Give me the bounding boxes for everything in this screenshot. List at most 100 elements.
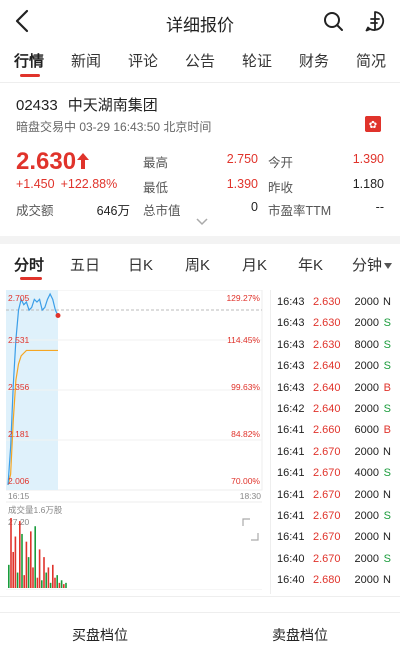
tab-profile[interactable]: 简况 <box>356 50 386 71</box>
open-value: 1.390 <box>352 152 384 166</box>
volume-bar <box>19 521 21 588</box>
sell-levels-button[interactable]: 卖盘档位 <box>272 625 328 645</box>
trade-quantity: 2000 <box>354 574 379 587</box>
tab-weekly-k[interactable]: 周K <box>185 254 210 275</box>
trade-time: 16:42 <box>277 403 305 415</box>
trade-time: 16:41 <box>277 531 305 544</box>
volume-bar <box>12 551 14 588</box>
amount-value: 646万 <box>96 204 130 218</box>
trade-time: 16:43 <box>277 338 305 351</box>
time-start-label: 16:15 <box>8 491 30 501</box>
top-bar: 详细报价 <box>0 0 400 44</box>
trade-side: B <box>383 381 391 394</box>
trade-row: 16:43 2.640 2000 S <box>271 360 397 381</box>
trade-price: 2.670 <box>313 510 341 522</box>
trade-side: N <box>383 574 391 587</box>
svg-text:✿: ✿ <box>369 120 377 131</box>
trade-side: S <box>383 317 391 330</box>
change-percent: +122.88% <box>60 177 118 191</box>
prev-close-label: 昨收 <box>268 181 294 195</box>
search-icon[interactable] <box>322 10 344 32</box>
low-value: 1.390 <box>226 177 258 191</box>
trade-row: 16:40 2.670 2000 S <box>271 553 397 574</box>
divider <box>0 82 400 83</box>
volume-bar <box>45 572 47 588</box>
trade-price: 2.680 <box>313 574 341 587</box>
market-cap-label: 总市值 <box>143 204 181 218</box>
trade-quantity: 2000 <box>354 510 379 522</box>
trade-quantity: 6000 <box>354 424 379 437</box>
active-chart-tab-indicator <box>20 277 42 280</box>
stock-code: 02433 <box>16 97 58 114</box>
stock-title: 02433 中天湖南集团 <box>16 94 158 115</box>
trade-ticks-list[interactable]: 16:43 2.630 2000 N 16:43 2.630 2000 S 16:43 2.630… <box>270 290 396 594</box>
tab-yearly-k[interactable]: 年K <box>298 254 323 275</box>
chevron-down-icon[interactable] <box>196 218 208 226</box>
trade-price: 2.630 <box>313 317 341 330</box>
tab-minute[interactable]: 分钟 <box>352 254 393 275</box>
section-gap <box>0 236 400 244</box>
tab-intraday[interactable]: 分时 <box>14 254 44 275</box>
trade-price: 2.670 <box>313 445 341 458</box>
trade-side: N <box>383 531 391 544</box>
tab-announcements[interactable]: 公告 <box>185 50 215 71</box>
volume-bar <box>8 564 10 588</box>
time-end-label: 18:30 <box>240 491 262 501</box>
trade-time: 16:41 <box>277 424 305 437</box>
volume-bar <box>60 580 63 588</box>
intraday-chart[interactable]: 2.705 2.531 2.356 2.181 2.006 129.27% 114.45%… <box>6 290 264 590</box>
chat-icon[interactable] <box>364 10 386 32</box>
trade-price: 2.660 <box>313 424 341 437</box>
volume-bar <box>21 533 23 588</box>
volume-bar <box>23 575 25 588</box>
trade-price: 2.630 <box>313 338 341 351</box>
trade-row: 16:40 2.680 2000 N <box>271 574 397 595</box>
volume-bar <box>16 572 19 588</box>
high-value: 2.750 <box>226 152 258 166</box>
volume-bar <box>43 557 45 588</box>
trade-quantity: 2000 <box>354 488 379 501</box>
current-price: 2.630 <box>16 148 77 175</box>
buy-levels-button[interactable]: 买盘档位 <box>72 625 128 645</box>
volume-bar <box>10 518 12 588</box>
section-tabs: 行情 新闻 评论 公告 轮证 财务 简况 <box>0 44 400 80</box>
trade-side: S <box>383 338 391 351</box>
volume-bar <box>34 526 36 588</box>
volume-bar <box>56 575 58 588</box>
trade-row: 16:41 2.670 2000 S <box>271 510 397 531</box>
price-change: +1.450 +122.88% <box>16 177 117 191</box>
trade-time: 16:40 <box>277 552 305 565</box>
active-tab-indicator <box>20 74 40 77</box>
tab-monthly-k[interactable]: 月K <box>242 254 267 275</box>
trade-side: N <box>383 296 391 308</box>
tab-comments[interactable]: 评论 <box>128 50 158 71</box>
y-axis-label: 2.006 <box>8 476 30 486</box>
trade-row: 16:41 2.670 2000 N <box>271 446 397 467</box>
trade-row: 16:42 2.640 2000 S <box>271 403 397 424</box>
tab-news[interactable]: 新闻 <box>71 50 101 71</box>
trade-row: 16:43 2.630 2000 N <box>271 296 397 317</box>
tab-daily-k[interactable]: 日K <box>128 254 153 275</box>
trade-quantity: 2000 <box>354 296 379 308</box>
trade-side: N <box>383 445 391 458</box>
tab-warrants[interactable]: 轮证 <box>242 50 272 71</box>
tab-five-day[interactable]: 五日 <box>70 254 100 275</box>
trade-row: 16:41 2.670 2000 N <box>271 489 397 510</box>
trade-quantity: 2000 <box>354 403 379 415</box>
tab-financials[interactable]: 财务 <box>299 50 329 71</box>
trade-row: 16:43 2.630 2000 S <box>271 317 397 338</box>
trade-row: 16:43 2.640 2000 B <box>271 382 397 403</box>
hong-kong-flag-icon: ✿ <box>365 116 381 132</box>
volume-bar <box>58 582 61 588</box>
volume-bar <box>41 580 43 588</box>
trade-quantity: 2000 <box>354 317 379 330</box>
trade-price: 2.640 <box>313 381 341 394</box>
trade-price: 2.670 <box>313 552 341 565</box>
order-book-bar: 买盘档位 卖盘档位 <box>0 612 400 648</box>
fullscreen-icon[interactable] <box>242 518 259 541</box>
tab-market[interactable]: 行情 <box>14 50 44 71</box>
trade-price: 2.670 <box>313 488 341 501</box>
trade-time: 16:43 <box>277 317 305 330</box>
volume-bar <box>30 531 32 588</box>
trade-row: 16:43 2.630 8000 S <box>271 339 397 360</box>
